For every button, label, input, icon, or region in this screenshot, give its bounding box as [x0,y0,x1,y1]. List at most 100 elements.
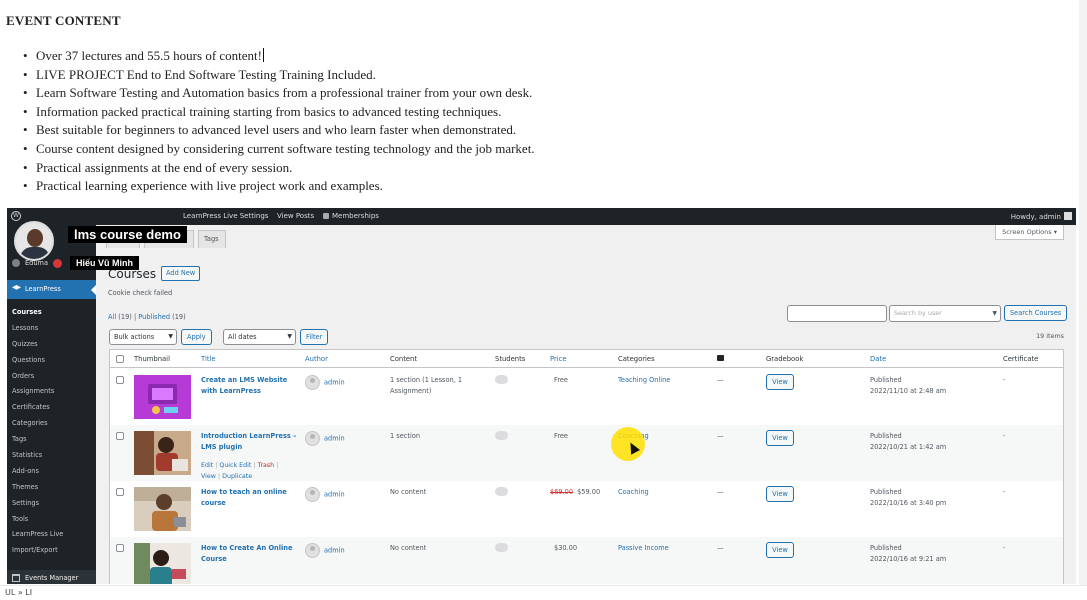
view-all-link[interactable]: All [108,313,116,321]
table-header: Thumbnail Title Author Content Students … [110,350,1063,368]
category-link[interactable]: Coaching [618,488,649,496]
column-date[interactable]: Date [870,355,886,363]
howdy-admin[interactable]: Howdy, admin [1011,212,1072,221]
row-checkbox[interactable] [116,376,124,384]
gradebook-view-button[interactable]: View [766,486,794,502]
sidebar-item-settings[interactable]: Settings [12,496,63,512]
course-title-link[interactable]: How to Create An Online Course [201,543,301,564]
select-all-checkbox[interactable] [116,355,124,363]
edit-link[interactable]: Edit [201,462,213,469]
list-item[interactable]: Practical learning experience with live … [23,177,535,196]
sidebar-item-statistics[interactable]: Statistics [12,448,63,464]
sidebar-item-learnpress-live[interactable]: LearnPress Live [12,527,63,543]
column-author[interactable]: Author [305,355,328,363]
sidebar-item-learnpress[interactable]: LearnPress [7,280,96,299]
gradebook-view-button[interactable]: View [766,430,794,446]
course-title-link[interactable]: Create an LMS Website with LearnPress [201,375,301,396]
tab-tags[interactable]: Tags [198,230,226,248]
comments-icon [717,355,724,361]
certificate-cell: - [1003,376,1006,384]
sidebar-item-themes[interactable]: Themes [12,480,63,496]
table-row: How to Create An Online Course admin No … [110,537,1063,584]
list-item[interactable]: Best suitable for beginners to advanced … [23,121,535,140]
sidebar-item-assignments[interactable]: Assignments [12,384,63,400]
duplicate-link[interactable]: Duplicate [222,473,252,480]
course-date: Published 2022/10/21 at 1:42 am [870,432,947,451]
admin-bar-item[interactable]: LearnPress Live Settings [183,212,268,220]
column-price[interactable]: Price [550,355,567,363]
bulk-actions-select[interactable]: Bulk actions ▼ [109,329,177,345]
course-price: $69.00 $59.00 [550,488,601,496]
list-item[interactable]: Over 37 lectures and 55.5 hours of conte… [23,47,535,66]
author-link[interactable]: admin [305,431,345,446]
course-title-link[interactable]: Introduction LearnPress – LMS plugin [201,431,301,452]
sidebar-item-questions[interactable]: Questions [12,353,63,369]
sidebar-item-orders[interactable]: Orders [12,369,63,385]
sidebar-item-import-export[interactable]: Import/Export [12,543,63,559]
gradebook-view-button[interactable]: View [766,542,794,558]
sidebar-item-lessons[interactable]: Lessons [12,321,63,337]
table-row: Introduction LearnPress – LMS plugin Edi… [110,425,1063,481]
row-checkbox[interactable] [116,432,124,440]
embedded-screenshot[interactable]: W LearnPress Live Settings View Posts Me… [7,208,1076,584]
column-categories: Categories [618,355,655,363]
search-courses-button[interactable]: Search Courses [1004,305,1068,321]
sidebar-item-categories[interactable]: Categories [12,416,63,432]
author-link[interactable]: admin [305,375,345,390]
feature-list[interactable]: Over 37 lectures and 55.5 hours of conte… [23,47,535,196]
sidebar-item-tools[interactable]: Tools [12,512,63,528]
category-link[interactable]: Teaching Online [618,376,670,384]
list-item[interactable]: Course content designed by considering c… [23,140,535,159]
event-content-heading: EVENT CONTENT [6,13,121,28]
author-link[interactable]: admin [305,487,345,502]
column-title[interactable]: Title [201,355,216,363]
row-checkbox[interactable] [116,488,124,496]
filter-button[interactable]: Filter [300,329,329,345]
course-thumbnail[interactable] [134,543,191,584]
gradebook-view-button[interactable]: View [766,374,794,390]
list-item[interactable]: Learn Software Testing and Automation ba… [23,84,535,103]
sidebar-item-tags[interactable]: Tags [12,432,63,448]
trash-link[interactable]: Trash [258,462,275,469]
memberships-icon [323,213,329,219]
course-thumbnail[interactable] [134,487,191,531]
quick-edit-link[interactable]: Quick Edit [219,462,251,469]
row-checkbox[interactable] [116,544,124,552]
list-item[interactable]: Information packed practical training st… [23,103,535,122]
items-count: 19 items [1036,332,1064,340]
sidebar-item-certificates[interactable]: Certificates [12,400,63,416]
add-new-button[interactable]: Add New [161,266,201,281]
admin-bar-item[interactable]: View Posts [277,212,314,220]
course-title-link[interactable]: How to teach an online course [201,487,301,508]
date-filter-select[interactable]: All dates ▼ [223,329,296,345]
editor-content[interactable]: EVENT CONTENT Over 37 lectures and 55.5 … [0,0,1087,585]
column-content: Content [390,355,418,363]
row-actions: Edit | Quick Edit | Trash | View | Dupli… [201,462,279,480]
chevron-down-icon: ▼ [992,310,997,317]
view-published-link[interactable]: Published (19) [138,313,185,321]
course-thumbnail[interactable] [134,375,191,419]
course-thumbnail[interactable] [134,431,191,475]
comments-count: — [717,544,724,552]
table-row: Create an LMS Website with LearnPress ad… [110,369,1063,425]
screen-options-button[interactable]: Screen Options ▾ [995,225,1064,240]
list-item[interactable]: Practical assignments at the end of ever… [23,159,535,178]
sidebar-item-courses[interactable]: Courses [12,305,63,321]
wp-admin-sidebar: Eduma LearnPress Courses Lessons Quizzes… [7,225,96,584]
search-courses-input[interactable] [787,305,887,322]
sidebar-item-add-ons[interactable]: Add-ons [12,464,63,480]
list-item[interactable]: LIVE PROJECT End to End Software Testing… [23,66,535,85]
admin-bar-item[interactable]: Memberships [323,212,379,220]
category-link[interactable]: Passive Income [618,544,669,552]
apply-button[interactable]: Apply [181,329,212,345]
author-link[interactable]: admin [305,543,345,558]
author-avatar [305,431,320,446]
search-by-user-select[interactable]: Search by user ▼ [889,305,1001,322]
sidebar-item-quizzes[interactable]: Quizzes [12,337,63,353]
course-price: $30.00 [554,544,578,552]
editor-scrollbar[interactable] [1079,0,1087,585]
sidebar-item-events-manager[interactable]: Events Manager [7,570,96,584]
wp-admin-bar: W LearnPress Live Settings View Posts Me… [7,208,1076,225]
wordpress-logo-icon[interactable]: W [11,211,21,221]
view-link[interactable]: View [201,473,216,480]
